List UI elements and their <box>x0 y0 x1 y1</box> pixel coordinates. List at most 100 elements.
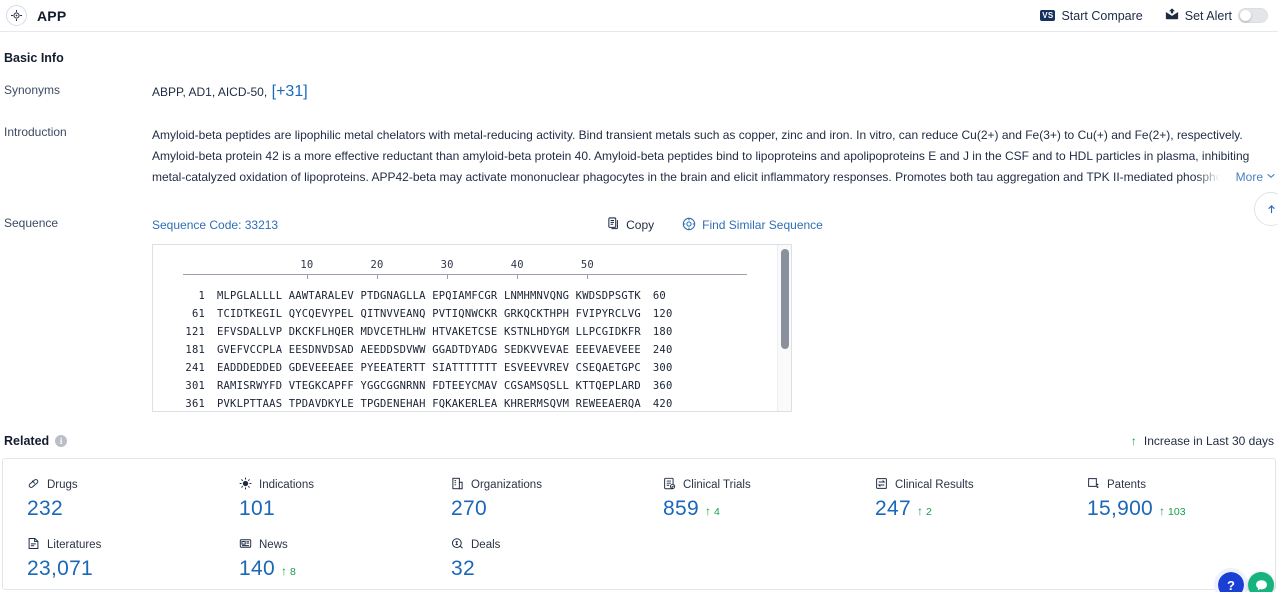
sequence-value: Sequence Code: 33213 Copy Find Similar S… <box>152 216 1276 412</box>
stat-value[interactable]: 23,071 <box>27 557 93 581</box>
stat-card[interactable]: Clinical Trials 859 ↑ 4 <box>639 477 851 521</box>
set-alert-control[interactable]: Set Alert <box>1165 8 1268 23</box>
stat-value[interactable]: 247 <box>875 497 911 521</box>
virus-icon <box>239 477 252 493</box>
arrow-up-icon: ↑ <box>1130 434 1137 448</box>
sequence-scrollbar[interactable] <box>777 245 791 411</box>
stat-label: Clinical Results <box>895 479 974 491</box>
sequence-line-end: 180 <box>652 326 673 338</box>
chat-fab-icon[interactable] <box>1248 572 1274 592</box>
stat-header: Clinical Results <box>875 477 1063 493</box>
copy-icon <box>608 217 620 233</box>
floating-action-buttons: ? <box>1214 568 1274 592</box>
sequence-ruler-number: 40 <box>510 259 524 271</box>
alert-mail-icon <box>1165 8 1179 23</box>
stat-label: Literatures <box>47 539 102 551</box>
stat-delta-value: 4 <box>713 506 720 518</box>
stat-value[interactable]: 140 <box>239 557 275 581</box>
sequence-line-residues: EFVSDALLVP DKCKFLHQER MDVCETHLHW HTVAKET… <box>217 326 641 338</box>
find-similar-sequence-button[interactable]: Find Similar Sequence <box>682 217 823 234</box>
stat-value[interactable]: 15,900 <box>1087 497 1153 521</box>
synonyms-more-link[interactable]: [+31] <box>272 83 308 100</box>
sequence-line: 121 EFVSDALLVP DKCKFLHQER MDVCETHLHW HTVA… <box>153 323 777 341</box>
stat-header: Deals <box>451 537 639 553</box>
stat-card[interactable]: Deals 32 <box>427 537 639 581</box>
stat-label: News <box>259 539 288 551</box>
introduction-more-link[interactable]: More <box>1195 167 1276 188</box>
stat-card[interactable]: Drugs 232 <box>3 477 215 521</box>
arrow-up-icon: ↑ <box>704 504 711 518</box>
page-title: APP <box>37 7 67 24</box>
related-header: Related i ↑ Increase in Last 30 days <box>2 412 1276 448</box>
copy-button[interactable]: Copy <box>608 217 654 233</box>
stat-card[interactable]: Indications 101 <box>215 477 427 521</box>
sequence-code: Sequence Code: 33213 <box>152 218 279 232</box>
info-icon[interactable]: i <box>55 435 68 447</box>
stat-value[interactable]: 101 <box>239 497 275 521</box>
introduction-more-label: More <box>1235 170 1263 184</box>
set-alert-toggle[interactable] <box>1238 8 1268 23</box>
stat-card[interactable]: Organizations 270 <box>427 477 639 521</box>
introduction-value: Amyloid-beta peptides are lipophilic met… <box>152 125 1276 188</box>
sequence-content: 10 20 30 40 50 1 MLPGLALLLL AAWTARALEV PTDGNA… <box>153 245 777 411</box>
increase-legend: ↑ Increase in Last 30 days <box>1131 434 1276 448</box>
literature-icon <box>27 537 40 553</box>
sequence-line-residues: EADDDEDDED GDEVEEEAEE PYEEATERTT SIATTTT… <box>217 362 641 374</box>
stat-label: Organizations <box>471 479 542 491</box>
sequence-line-start: 1 <box>198 290 205 302</box>
vs-badge-icon: VS <box>1040 10 1056 21</box>
stat-value-line: 23,071 <box>27 557 215 581</box>
sequence-ruler-number: 10 <box>300 259 314 271</box>
stat-card[interactable]: Literatures 23,071 <box>3 537 215 581</box>
stat-delta: ↑ 4 <box>705 504 720 518</box>
stat-label: Indications <box>259 479 314 491</box>
sequence-line-residues: MLPGLALLLL AAWTARALEV PTDGNAGLLA EPQIAMF… <box>217 290 641 302</box>
sequence-line: 361 PVKLPTTAAS TPDAVDKYLE TPGDENEHAH FQKA… <box>153 395 777 411</box>
sequence-scrollbar-thumb[interactable] <box>781 249 789 349</box>
sequence-line-residues: TCIDTKEGIL QYCQEVYPEL QITNVVEANQ PVTIQNW… <box>217 308 641 320</box>
synonyms-list: ABPP, AD1, AICD-50, <box>152 85 268 99</box>
related-stats-grid: Drugs 232 Indications 101 Organizations 270 Cl… <box>3 477 1275 581</box>
stat-label: Drugs <box>47 479 78 491</box>
sequence-line-residues: PVKLPTTAAS TPDAVDKYLE TPGDENEHAH FQKAKER… <box>217 398 641 410</box>
stat-delta: ↑ 2 <box>917 504 932 518</box>
stat-value-line: 32 <box>451 557 639 581</box>
sequence-line-end: 300 <box>652 362 673 374</box>
stat-value[interactable]: 859 <box>663 497 699 521</box>
help-fab-icon[interactable]: ? <box>1214 568 1248 592</box>
stat-card[interactable]: Patents 15,900 ↑ 103 <box>1063 477 1275 521</box>
basic-info-heading: Basic Info <box>4 51 64 65</box>
introduction-row: Introduction Amyloid-beta peptides are l… <box>2 125 1276 188</box>
main-content: Basic Info Synonyms ABPP, AD1, AICD-50, … <box>0 32 1278 592</box>
arrow-up-icon: ↑ <box>280 564 287 578</box>
sequence-ruler-number: 20 <box>370 259 384 271</box>
stat-header: Clinical Trials <box>663 477 851 493</box>
clinical-result-icon <box>875 477 888 493</box>
stat-value[interactable]: 232 <box>27 497 63 521</box>
sequence-ruler-tick <box>517 275 519 279</box>
stat-value-line: 232 <box>27 497 215 521</box>
news-icon <box>239 537 252 553</box>
set-alert-label: Set Alert <box>1184 8 1232 23</box>
stat-value[interactable]: 270 <box>451 497 487 521</box>
chevron-expand-icon <box>1266 167 1276 188</box>
find-similar-label: Find Similar Sequence <box>702 218 823 232</box>
sequence-line: 181 GVEFVCCPLA EESDNVDSAD AEEDDSDVWW GGAD… <box>153 341 777 359</box>
synonyms-row: Synonyms ABPP, AD1, AICD-50, [+31] <box>2 83 1276 101</box>
stat-card[interactable]: News 140 ↑ 8 <box>215 537 427 581</box>
arrow-up-icon: ↑ <box>1159 504 1166 518</box>
stat-value-line: 247 ↑ 2 <box>875 497 1063 521</box>
top-bar: APP VS Start Compare Set Alert <box>0 0 1278 32</box>
sequence-label: Sequence <box>4 216 59 230</box>
sequence-ruler-tick <box>447 275 449 279</box>
start-compare-button[interactable]: VS Start Compare <box>1040 9 1143 23</box>
stat-label: Deals <box>471 539 501 551</box>
sequence-viewer[interactable]: 10 20 30 40 50 1 MLPGLALLLL AAWTARALEV PTDGNA… <box>152 244 792 412</box>
stat-value[interactable]: 32 <box>451 557 475 581</box>
similar-sequence-icon <box>682 217 696 234</box>
sequence-line: 1 MLPGLALLLL AAWTARALEV PTDGNAGLLA EPQIAM… <box>153 287 777 305</box>
stat-delta-value: 8 <box>289 566 296 578</box>
sequence-line-residues: RAMISRWYFD VTEGKCAPFF YGGCGGNRNN FDTEEYC… <box>217 380 641 392</box>
sequence-line-end: 360 <box>652 380 673 392</box>
stat-card[interactable]: Clinical Results 247 ↑ 2 <box>851 477 1063 521</box>
